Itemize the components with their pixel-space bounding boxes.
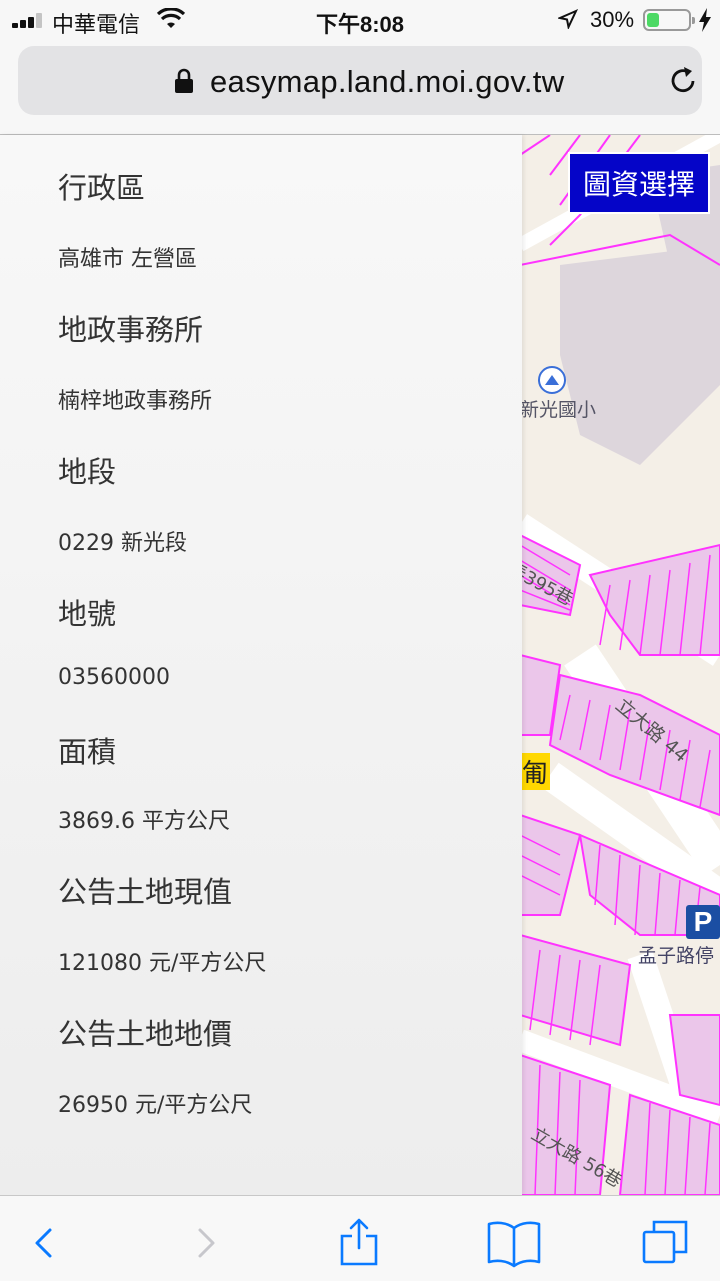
forward-icon[interactable] — [180, 1218, 230, 1268]
reload-icon[interactable] — [666, 64, 700, 98]
map-label-school: 新光國小 — [520, 399, 597, 421]
office-value: 楠梓地政事務所 — [58, 389, 213, 414]
parcel-number-label: 地號 — [58, 597, 117, 631]
map-canvas — [520, 135, 720, 1195]
browser-toolbar — [0, 1195, 720, 1281]
battery-percent: 30% — [590, 7, 635, 32]
battery-icon — [643, 9, 695, 31]
parcel-info-panel: 行政區 高雄市 左營區 地政事務所 楠梓地政事務所 地段 0229 新光段 地號… — [0, 135, 522, 1195]
lock-icon — [175, 68, 193, 93]
map-label-highlight: 匍 — [520, 753, 551, 790]
url-text: easymap.land.moi.gov.tw — [210, 64, 565, 99]
share-icon[interactable] — [334, 1218, 384, 1268]
area-value: 3869.6 平方公尺 — [58, 809, 230, 834]
layer-select-button[interactable]: 圖資選擇 — [568, 152, 710, 214]
parcel-number-value: 03560000 — [58, 665, 170, 690]
section-value: 0229 新光段 — [58, 531, 187, 556]
current-land-value-value: 121080 元/平方公尺 — [58, 951, 267, 976]
bookmarks-icon[interactable] — [486, 1218, 542, 1268]
area-label: 面積 — [58, 735, 117, 769]
current-land-value-label: 公告土地現值 — [58, 875, 233, 909]
map-label-parking-lot: 孟子路停 — [638, 945, 715, 967]
land-price-label: 公告土地地價 — [58, 1017, 233, 1051]
tabs-icon[interactable] — [640, 1218, 690, 1268]
district-label: 行政區 — [58, 171, 146, 205]
location-arrow-icon — [558, 9, 578, 29]
status-bar: 中華電信 下午8:08 30% — [0, 0, 720, 40]
parking-icon: P — [686, 905, 720, 939]
office-label: 地政事務所 — [58, 313, 204, 347]
map-view[interactable]: 新光國小 弄395巷 立大路 44 匍 孟子路停 立大路 56巷 P — [520, 135, 720, 1195]
charging-bolt-icon — [699, 8, 711, 32]
district-value: 高雄市 左營區 — [58, 247, 197, 272]
section-label: 地段 — [58, 455, 117, 489]
browser-address-area: easymap.land.moi.gov.tw — [0, 40, 720, 135]
address-bar[interactable]: easymap.land.moi.gov.tw — [18, 46, 702, 115]
back-icon[interactable] — [20, 1218, 70, 1268]
land-price-value: 26950 元/平方公尺 — [58, 1093, 253, 1118]
